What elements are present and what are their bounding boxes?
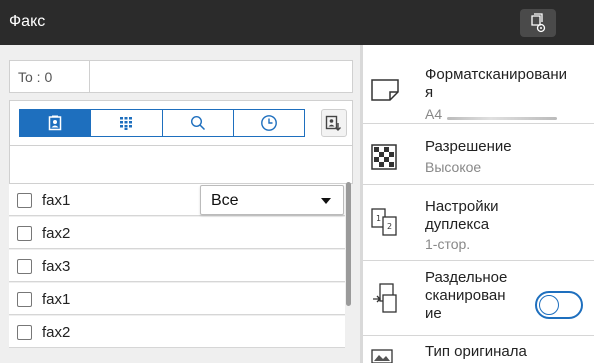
search-icon bbox=[190, 115, 205, 131]
list-item[interactable]: fax1 bbox=[9, 283, 345, 315]
duplex-value: 1-стор. bbox=[425, 236, 471, 252]
original-type-title: Тип оригинала bbox=[425, 343, 527, 360]
resolution-setting[interactable]: Разрешение Высокое bbox=[363, 124, 594, 185]
tab-address-book[interactable] bbox=[20, 110, 92, 136]
separate-scan-title: Раздельное bbox=[425, 269, 508, 286]
svg-text:2: 2 bbox=[387, 222, 392, 231]
register-address-button[interactable] bbox=[321, 109, 347, 137]
list-scrollbar[interactable] bbox=[346, 182, 351, 306]
scan-format-value: A4 bbox=[425, 106, 443, 122]
checkbox[interactable] bbox=[17, 325, 32, 340]
svg-text:1: 1 bbox=[376, 214, 381, 223]
filter-value: Все bbox=[211, 192, 239, 209]
chevron-down-icon bbox=[321, 198, 331, 204]
obscured-text bbox=[447, 117, 557, 120]
scan-format-title: Форматсканировани bbox=[425, 66, 568, 83]
scan-format-setting[interactable]: Форматсканировани я A4 bbox=[363, 45, 594, 124]
separate-scan-icon bbox=[373, 283, 397, 313]
original-type-icon bbox=[371, 349, 393, 363]
fax-settings-icon bbox=[531, 13, 546, 33]
filter-dropdown[interactable]: Все bbox=[200, 185, 344, 215]
list-item-label: fax2 bbox=[42, 324, 71, 341]
separate-scan-title-end: ие bbox=[425, 305, 442, 322]
destination-field[interactable]: To : 0 bbox=[9, 60, 353, 93]
list-item[interactable]: fax2 bbox=[9, 316, 345, 348]
checkbox[interactable] bbox=[17, 193, 32, 208]
register-address-icon bbox=[325, 115, 341, 131]
checkbox[interactable] bbox=[17, 259, 32, 274]
title-bar: Факс bbox=[0, 0, 594, 45]
list-item-label: fax2 bbox=[42, 225, 71, 242]
page-title: Факс bbox=[9, 13, 46, 30]
duplex-title: Настройки bbox=[425, 198, 499, 215]
list-item-label: fax1 bbox=[42, 291, 71, 308]
list-item[interactable]: fax2 bbox=[9, 217, 345, 249]
checkbox[interactable] bbox=[17, 226, 32, 241]
clock-icon bbox=[260, 115, 277, 131]
original-type-setting[interactable]: Тип оригинала bbox=[363, 336, 594, 363]
address-book-icon bbox=[48, 115, 62, 131]
list-item-label: fax1 bbox=[42, 192, 71, 209]
resolution-icon bbox=[371, 144, 397, 170]
duplex-icon: 1 2 bbox=[371, 208, 397, 236]
checkbox[interactable] bbox=[17, 292, 32, 307]
resolution-title: Разрешение bbox=[425, 138, 512, 155]
fax-settings-button[interactable] bbox=[520, 9, 556, 37]
duplex-setting[interactable]: 1 2 Настройки дуплекса 1-стор. bbox=[363, 185, 594, 261]
separate-scan-toggle[interactable] bbox=[535, 291, 583, 319]
tab-history[interactable] bbox=[233, 110, 304, 136]
keypad-icon bbox=[120, 117, 133, 130]
separate-scan-title-cont: сканирован bbox=[425, 287, 506, 304]
paper-size-icon bbox=[371, 79, 399, 101]
duplex-title-cont: дуплекса bbox=[425, 216, 490, 233]
scan-format-title-cont: я bbox=[425, 84, 434, 101]
tab-search[interactable] bbox=[162, 110, 234, 136]
list-item-label: fax3 bbox=[42, 258, 71, 275]
address-tabs bbox=[19, 109, 305, 137]
settings-panel: Форматсканировани я A4 Разрешение Высоко… bbox=[363, 45, 594, 363]
tab-keypad[interactable] bbox=[91, 110, 163, 136]
toggle-knob bbox=[539, 295, 559, 315]
field-divider bbox=[89, 61, 90, 92]
separate-scan-setting[interactable]: Раздельное сканирован ие bbox=[363, 261, 594, 336]
tab-bar bbox=[9, 100, 353, 146]
resolution-value: Высокое bbox=[425, 159, 482, 175]
destination-count: To : 0 bbox=[18, 69, 53, 85]
destination-panel: To : 0 fax1 fax2 fax3 fax1 fax2 Все bbox=[0, 45, 360, 363]
list-item[interactable]: fax3 bbox=[9, 250, 345, 282]
list-search-bar[interactable] bbox=[9, 146, 353, 184]
